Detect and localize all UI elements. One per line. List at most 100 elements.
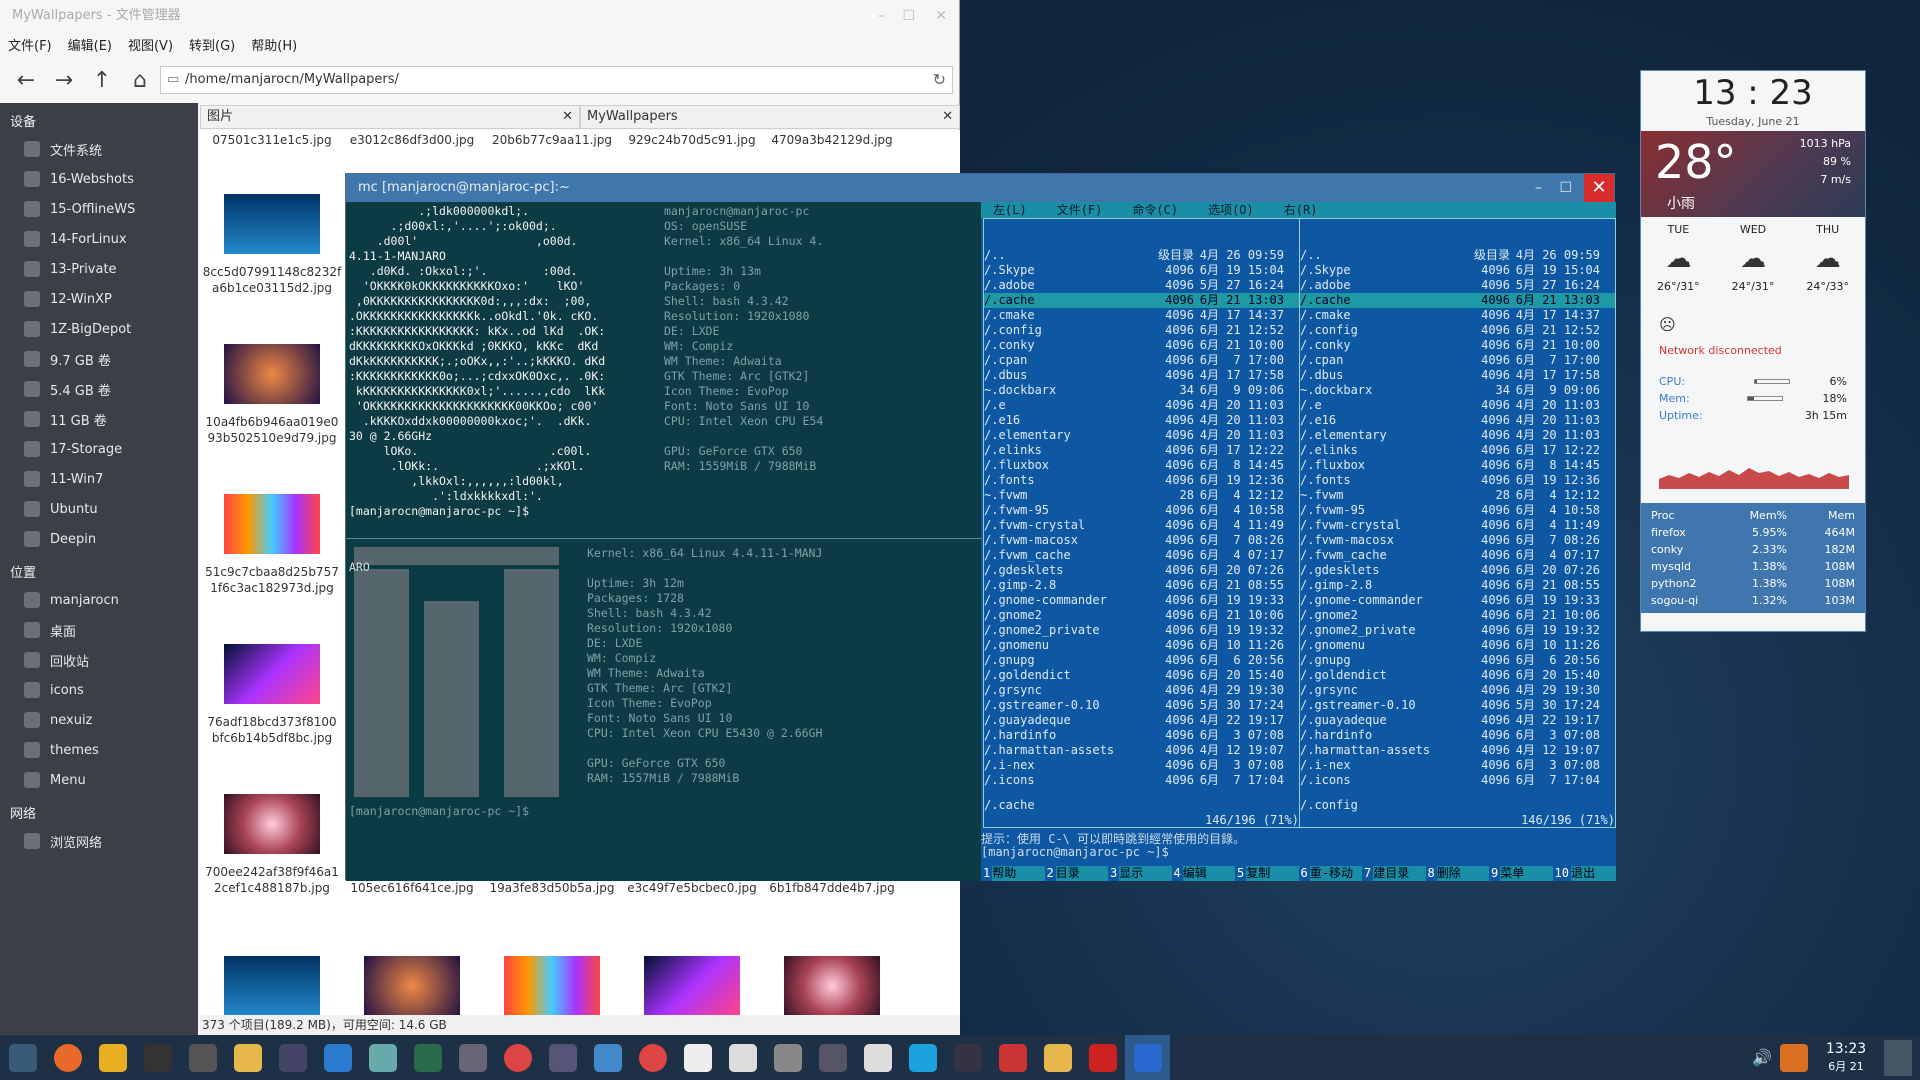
firefox-launcher[interactable] bbox=[45, 1035, 90, 1080]
function-key[interactable]: 5 复制 bbox=[1235, 866, 1299, 881]
file-thumbnail[interactable] bbox=[504, 956, 600, 1015]
file-row[interactable]: /.fvwm-macosx 4096 6月 7 08:26 bbox=[984, 533, 1299, 548]
file-row[interactable]: /.harmattan-assets 4096 4月 12 19:07 bbox=[1300, 743, 1615, 758]
function-key[interactable]: 1 帮助 bbox=[981, 866, 1045, 881]
mc-menu-item[interactable]: 命令(C) bbox=[1132, 202, 1178, 218]
filezilla-launcher[interactable] bbox=[1080, 1035, 1125, 1080]
package-launcher[interactable] bbox=[360, 1035, 405, 1080]
file-row[interactable]: /.fvwm-crystal 4096 6月 4 11:49 bbox=[1300, 518, 1615, 533]
file-thumbnail[interactable] bbox=[224, 956, 320, 1015]
sidebar-item[interactable]: themes bbox=[0, 735, 198, 765]
cbx-launcher[interactable] bbox=[540, 1035, 585, 1080]
maximize-icon[interactable]: ☐ bbox=[1559, 174, 1572, 202]
file-row[interactable]: /.fvwm-macosx 4096 6月 7 08:26 bbox=[1300, 533, 1615, 548]
file-item[interactable]: ...4709a3b42129d.jpg bbox=[762, 130, 902, 148]
file-manager-launcher[interactable] bbox=[225, 1035, 270, 1080]
sidebar-item[interactable]: 16-Webshots bbox=[0, 164, 198, 194]
file-row[interactable]: /.i-nex 4096 6月 3 07:08 bbox=[1300, 758, 1615, 773]
start-menu-launcher[interactable] bbox=[0, 1035, 45, 1080]
function-key[interactable]: 3 显示 bbox=[1108, 866, 1172, 881]
mc-menu-item[interactable]: 左(L) bbox=[993, 202, 1027, 218]
file-row[interactable]: ~.fvwm 28 6月 4 12:12 bbox=[1300, 488, 1615, 503]
file-row[interactable]: /.elinks 4096 6月 17 12:22 bbox=[1300, 443, 1615, 458]
system-monitor-launcher[interactable] bbox=[405, 1035, 450, 1080]
reader-launcher[interactable] bbox=[990, 1035, 1035, 1080]
file-row[interactable]: /.gstreamer-0.10 4096 5月 30 17:24 bbox=[1300, 698, 1615, 713]
sidebar-item[interactable]: 11-Win7 bbox=[0, 464, 198, 494]
file-row[interactable]: /.fvwm-95 4096 6月 4 10:58 bbox=[984, 503, 1299, 518]
sidebar-item[interactable]: 14-ForLinux bbox=[0, 224, 198, 254]
media-player-launcher[interactable] bbox=[90, 1035, 135, 1080]
file-row[interactable]: /.gnome2_private 4096 6月 19 19:32 bbox=[984, 623, 1299, 638]
file-row[interactable]: /.fvwm_cache 4096 6月 4 07:17 bbox=[1300, 548, 1615, 563]
menu-go[interactable]: 转到(G) bbox=[189, 35, 235, 54]
sidebar-item[interactable]: Deepin bbox=[0, 524, 198, 554]
flag-launcher[interactable] bbox=[720, 1035, 765, 1080]
file-row[interactable]: ~.dockbarx 34 6月 9 09:06 bbox=[984, 383, 1299, 398]
menu-file[interactable]: 文件(F) bbox=[8, 35, 52, 54]
function-key[interactable]: 7 建目录 bbox=[1362, 866, 1426, 881]
terminal-launcher[interactable] bbox=[135, 1035, 180, 1080]
file-row[interactable]: /.fonts 4096 6月 19 12:36 bbox=[1300, 473, 1615, 488]
file-row[interactable]: /.e16 4096 4月 20 11:03 bbox=[1300, 413, 1615, 428]
file-row[interactable]: /.fluxbox 4096 6月 8 14:45 bbox=[1300, 458, 1615, 473]
file-item[interactable]: 700ee242af38f9f46a1 2cef1c488187b.jpg bbox=[202, 794, 342, 896]
close-icon[interactable]: ✕ bbox=[1584, 174, 1614, 202]
file-item[interactable]: 6c7a...20b6b77c9aa11.jpg bbox=[482, 130, 622, 148]
terminal-active-launcher[interactable] bbox=[1125, 1035, 1170, 1080]
file-row[interactable]: /.conky 4096 6月 21 10:00 bbox=[1300, 338, 1615, 353]
menu-edit[interactable]: 编辑(E) bbox=[68, 35, 112, 54]
sidebar-item[interactable]: icons bbox=[0, 675, 198, 705]
tab-pictures[interactable]: 图片 ✕ bbox=[200, 105, 580, 129]
sidebar-item[interactable]: 回收站 bbox=[0, 645, 198, 675]
file-row[interactable]: /.gimp-2.8 4096 6月 21 08:55 bbox=[984, 578, 1299, 593]
sidebar-item[interactable]: manjarocn bbox=[0, 585, 198, 615]
file-row[interactable]: /.gnomenu 4096 6月 10 11:26 bbox=[984, 638, 1299, 653]
file-row[interactable]: /.cpan 4096 6月 7 17:00 bbox=[984, 353, 1299, 368]
file-row[interactable]: /.gnupg 4096 6月 6 20:56 bbox=[1300, 653, 1615, 668]
sidebar-item[interactable]: 浏览网络 bbox=[0, 826, 198, 856]
mc-left-panel[interactable]: /.. 级目录 4月 26 09:59/.Skype 4096 6月 19 15:04/… bbox=[983, 218, 1300, 828]
file-row[interactable]: /.gnupg 4096 6月 6 20:56 bbox=[984, 653, 1299, 668]
minimize-icon[interactable]: – bbox=[878, 0, 885, 32]
search-launcher[interactable] bbox=[945, 1035, 990, 1080]
file-row[interactable]: /.elementary 4096 4月 20 11:03 bbox=[1300, 428, 1615, 443]
minimize-icon[interactable]: – bbox=[1535, 174, 1542, 202]
file-row[interactable]: /.. 级目录 4月 26 09:59 bbox=[1300, 248, 1615, 263]
file-row[interactable]: ~.fvwm 28 6月 4 12:12 bbox=[984, 488, 1299, 503]
file-row[interactable]: /.dbus 4096 4月 17 17:58 bbox=[984, 368, 1299, 383]
file-row[interactable]: /.cache 4096 6月 21 13:03 bbox=[1300, 293, 1615, 308]
function-key[interactable]: 2 目录 bbox=[1045, 866, 1108, 881]
file-row[interactable]: /.cmake 4096 4月 17 14:37 bbox=[984, 308, 1299, 323]
refresh-icon[interactable]: ↻ bbox=[933, 67, 946, 93]
file-item[interactable]: 51c9c7cbaa8d25b757 1f6c3ac182973d.jpg bbox=[202, 494, 342, 596]
rss-icon[interactable] bbox=[1780, 1043, 1808, 1072]
function-key[interactable]: 6 重-移动 bbox=[1299, 866, 1362, 881]
mc-menu-item[interactable]: 选项(O) bbox=[1208, 202, 1254, 218]
bird-launcher[interactable] bbox=[585, 1035, 630, 1080]
sidebar-item[interactable]: 文件系统 bbox=[0, 134, 198, 164]
file-item[interactable]: a1a625c6d86cf8...e3012c86df3d00.jpg bbox=[342, 130, 482, 148]
close-icon[interactable]: ✕ bbox=[935, 0, 947, 32]
sidebar-item[interactable]: Ubuntu bbox=[0, 494, 198, 524]
file-row[interactable]: /.dbus 4096 4月 17 17:58 bbox=[1300, 368, 1615, 383]
taskbar-clock[interactable]: 13:23 6月 21 bbox=[1816, 1041, 1876, 1075]
file-row[interactable]: /.fvwm-crystal 4096 6月 4 11:49 bbox=[984, 518, 1299, 533]
function-key[interactable]: 8 删除 bbox=[1426, 866, 1489, 881]
folder-launcher[interactable] bbox=[1035, 1035, 1080, 1080]
sidebar-item[interactable]: 5.4 GB 卷 bbox=[0, 374, 198, 404]
network-tool-launcher[interactable] bbox=[450, 1035, 495, 1080]
file-row[interactable]: /.gnome-commander 4096 6月 19 19:33 bbox=[1300, 593, 1615, 608]
file-row[interactable]: /.icons 4096 6月 7 17:04 bbox=[984, 773, 1299, 788]
file-row[interactable]: ~.dockbarx 34 6月 9 09:06 bbox=[1300, 383, 1615, 398]
file-row[interactable]: /.Skype 4096 6月 19 15:04 bbox=[984, 263, 1299, 278]
file-row[interactable]: /.gdesklets 4096 6月 20 07:26 bbox=[1300, 563, 1615, 578]
mc-prompt[interactable]: [manjarocn@manjaroc-pc ~]$ bbox=[981, 845, 1176, 859]
sidebar-item[interactable]: 9.7 GB 卷 bbox=[0, 344, 198, 374]
sidebar-item[interactable]: Menu bbox=[0, 765, 198, 795]
mc-right-panel[interactable]: /.. 级目录 4月 26 09:59/.Skype 4096 6月 19 15:04/… bbox=[1299, 218, 1616, 828]
file-row[interactable]: /.goldendict 4096 6月 20 15:40 bbox=[984, 668, 1299, 683]
file-item[interactable]: 10a4fb6b946aa019e0 93b502510e9d79.jpg bbox=[202, 344, 342, 446]
terminal2-launcher[interactable] bbox=[180, 1035, 225, 1080]
notes-launcher[interactable] bbox=[855, 1035, 900, 1080]
